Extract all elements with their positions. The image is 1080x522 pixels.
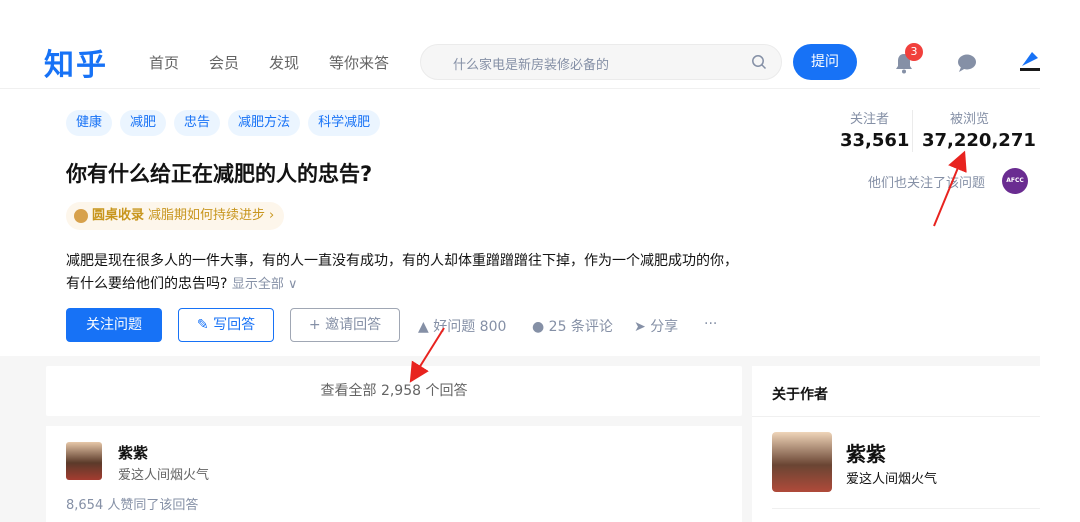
share-label: 分享 (650, 319, 679, 335)
invite-answer-label: 邀请回答 (325, 317, 382, 333)
about-author-divider (752, 416, 1040, 417)
chevron-right-icon: › (269, 208, 275, 223)
user-avatar-icon[interactable] (1018, 48, 1042, 74)
write-answer-button[interactable]: ✎ 写回答 (178, 308, 274, 342)
send-icon: ➤ (634, 319, 646, 335)
header-divider (0, 88, 1040, 89)
topic-tag[interactable]: 减肥方法 (228, 110, 301, 136)
topic-tag[interactable]: 减肥 (120, 110, 167, 136)
stats-divider (912, 110, 913, 152)
views-label: 被浏览 (950, 112, 990, 127)
page: 知乎 首页 会员 发现 等你来答 什么家电是新房装修必备的 提问 3 健康 减肥… (0, 0, 1080, 522)
good-question-label: 好问题 800 (433, 319, 507, 335)
top-header: 知乎 首页 会员 发现 等你来答 什么家电是新房装修必备的 提问 3 (0, 0, 1080, 88)
roundtable-icon (74, 209, 88, 223)
ask-question-button[interactable]: 提问 (793, 44, 857, 80)
roundtable-text: 减脂期如何持续进步 (148, 208, 266, 223)
about-author-card: 关于作者 紫紫 爱这人间烟火气 (752, 366, 1040, 522)
description-text: 减肥是现在很多人的一件大事，有的人一直没有成功，有的人却体重蹭蹭蹭往下掉，作为一… (66, 253, 738, 292)
about-author-title: 关于作者 (772, 387, 828, 403)
view-all-answers-button[interactable]: 查看全部 2,958 个回答 (46, 366, 742, 416)
good-question-button[interactable]: ▲ 好问题 800 (418, 316, 506, 336)
write-answer-label: 写回答 (213, 317, 256, 333)
show-all-link[interactable]: 显示全部 ∨ (232, 277, 298, 292)
followers-label: 关注者 (850, 112, 890, 127)
invite-answer-button[interactable]: + 邀请回答 (290, 308, 400, 342)
zhihu-logo[interactable]: 知乎 (44, 40, 108, 84)
roundtable-pill[interactable]: 圆桌收录 减脂期如何持续进步 › (66, 202, 285, 230)
answer-author-bio: 爱这人间烟火气 (118, 468, 210, 483)
answer-author-name[interactable]: 紫紫 (118, 442, 148, 463)
comments-label: 25 条评论 (548, 319, 613, 335)
author-bio: 爱这人间烟火气 (846, 472, 938, 487)
thumbs-up-icon: ▲ (418, 319, 429, 335)
search-box[interactable]: 什么家电是新房装修必备的 (420, 44, 782, 80)
annotation-arrow-views (933, 150, 967, 227)
nav-home[interactable]: 首页 (149, 52, 179, 73)
comment-icon: ● (532, 319, 545, 335)
nav-membership[interactable]: 会员 (209, 52, 239, 73)
about-author-bottom-divider (772, 508, 1040, 509)
author-name[interactable]: 紫紫 (846, 438, 886, 467)
search-icon[interactable] (751, 54, 767, 70)
author-avatar[interactable] (772, 432, 832, 492)
search-input[interactable]: 什么家电是新房装修必备的 (453, 54, 609, 73)
nav-waiting-answers[interactable]: 等你来答 (329, 52, 389, 73)
topic-tag[interactable]: 科学减肥 (308, 110, 381, 136)
followers-value: 33,561 (840, 130, 910, 151)
also-follow-text[interactable]: 他们也关注了该问题 (868, 172, 985, 191)
notification-badge: 3 (905, 43, 923, 61)
message-icon[interactable] (956, 53, 978, 73)
answer-card: 紫紫 爱这人间烟火气 8,654 人赞同了该回答 (46, 426, 742, 522)
answer-author-avatar[interactable] (66, 442, 102, 480)
topic-tag[interactable]: 忠告 (174, 110, 221, 136)
topic-tags: 健康 减肥 忠告 减肥方法 科学减肥 (66, 110, 381, 136)
views-value: 37,220,271 (922, 130, 1036, 151)
add-user-icon: + (308, 317, 321, 333)
topic-tag[interactable]: 健康 (66, 110, 113, 136)
answer-vote-count: 8,654 人赞同了该回答 (66, 498, 199, 513)
follow-question-button[interactable]: 关注问题 (66, 308, 162, 342)
more-button[interactable]: ··· (704, 316, 717, 332)
share-button[interactable]: ➤ 分享 (634, 316, 678, 336)
question-description: 减肥是现在很多人的一件大事，有的人一直没有成功，有的人却体重蹭蹭蹭往下掉，作为一… (66, 250, 746, 296)
comments-button[interactable]: ● 25 条评论 (532, 316, 613, 336)
nav-discover[interactable]: 发现 (269, 52, 299, 73)
question-title: 你有什么给正在减肥的人的忠告? (66, 162, 373, 186)
pencil-icon: ✎ (196, 317, 209, 333)
org-avatar[interactable]: AFCC (1002, 168, 1028, 194)
roundtable-label: 圆桌收录 (92, 208, 145, 223)
